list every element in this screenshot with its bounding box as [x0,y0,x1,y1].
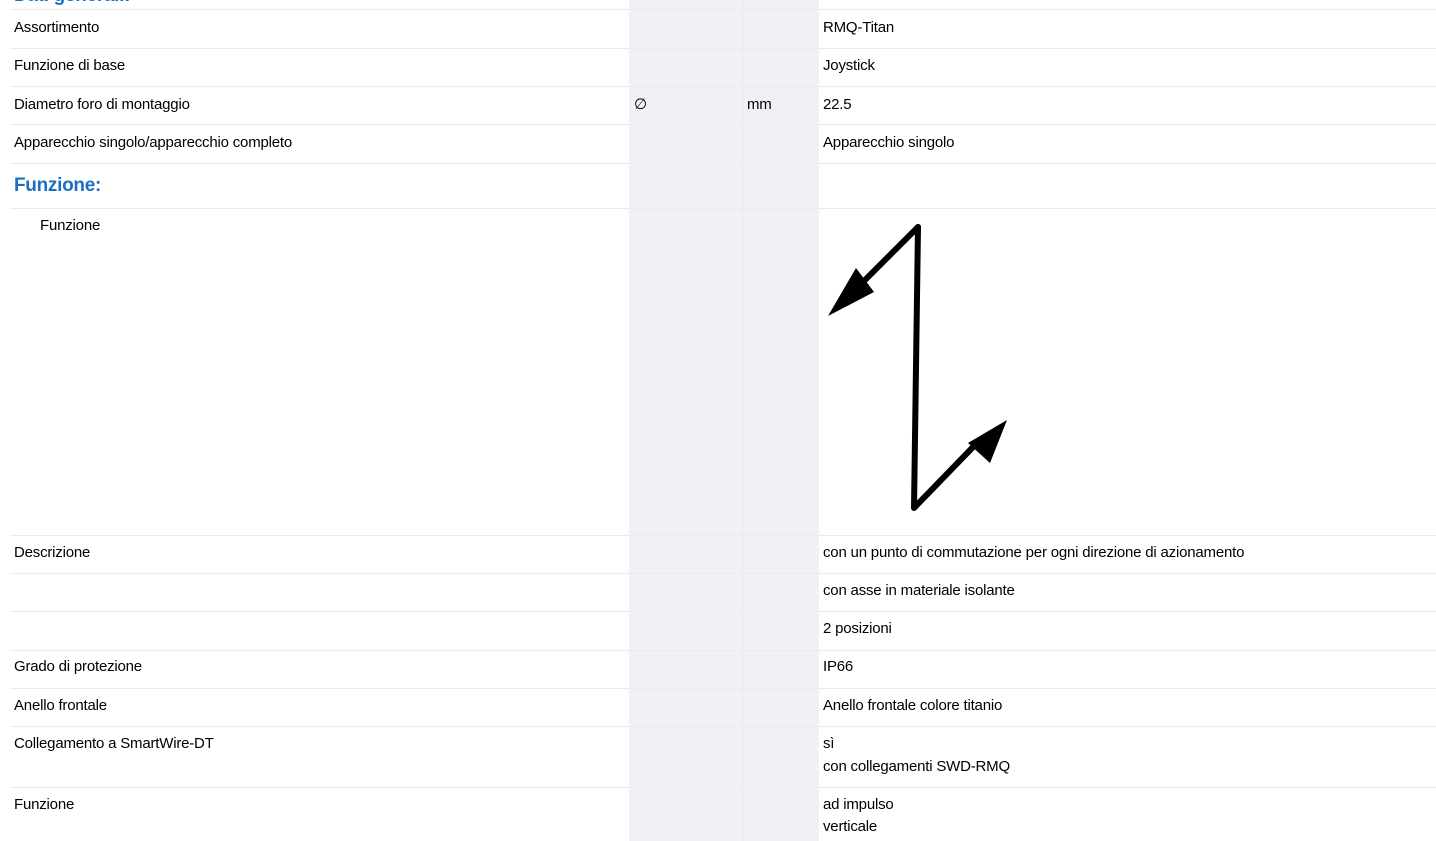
spec-row-diametro: Diametro foro di montaggio ∅ mm 22.5 [10,87,1436,125]
spec-value: IP66 [823,658,854,675]
joystick-two-direction-arrows-icon [828,224,1007,511]
spec-row-smartwire: Collegamento a SmartWire-DT sì con colle… [10,727,1436,788]
spec-value: 22.5 [823,96,852,113]
header-divider [10,0,1436,10]
spec-sheet: Dati generali: Assortimento RMQ-Titan Fu… [0,0,1436,841]
spec-row-funzione: Funzione ad impulso verticale [10,788,1436,841]
spec-row-grado-protezione: Grado di protezione IP66 [10,651,1436,689]
spec-label: Diametro foro di montaggio [14,96,190,113]
spec-label: Grado di protezione [14,658,142,675]
spec-label: Descrizione [14,544,91,561]
spec-label: Funzione [14,796,75,813]
spec-value: ad impulso [823,796,894,813]
spec-row-funzione-diagram: Funzione [10,209,1436,536]
section-title-funzione: Funzione: [14,175,102,196]
spec-row-descrizione-3: 2 posizioni [10,612,1436,651]
spec-value: Joystick [823,57,875,74]
spec-label: Assortimento [14,19,100,36]
spec-value-line2: verticale [823,818,878,835]
spec-row-descrizione-2: con asse in materiale isolante [10,574,1436,612]
spec-value-line2: con collegamenti SWD-RMQ [823,758,1010,775]
spec-label: Funzione di base [14,57,126,74]
spec-label: Collegamento a SmartWire-DT [14,735,214,752]
spec-value: RMQ-Titan [823,19,894,36]
spec-row-apparecchio: Apparecchio singolo/apparecchio completo… [10,125,1436,164]
spec-row-anello-frontale: Anello frontale Anello frontale colore t… [10,689,1436,727]
spec-value: 2 posizioni [823,620,892,637]
spec-value: Apparecchio singolo [823,134,955,151]
diameter-symbol: ∅ [634,96,647,113]
spec-row-assortimento: Assortimento RMQ-Titan [10,10,1436,49]
spec-label: Anello frontale [14,697,107,714]
spec-row-descrizione: Descrizione con un punto di commutazione… [10,536,1436,574]
spec-value: sì [823,735,835,752]
spec-label-indented: Funzione [40,217,101,234]
spec-unit: mm [747,96,772,113]
spec-value: Anello frontale colore titanio [823,697,1003,714]
spec-value: con asse in materiale isolante [823,582,1015,599]
spec-label: Apparecchio singolo/apparecchio completo [14,134,293,151]
section-row-funzione: Funzione: [10,164,1436,209]
spec-value: con un punto di commutazione per ogni di… [823,544,1245,561]
spec-row-funzione-di-base: Funzione di base Joystick [10,49,1436,87]
